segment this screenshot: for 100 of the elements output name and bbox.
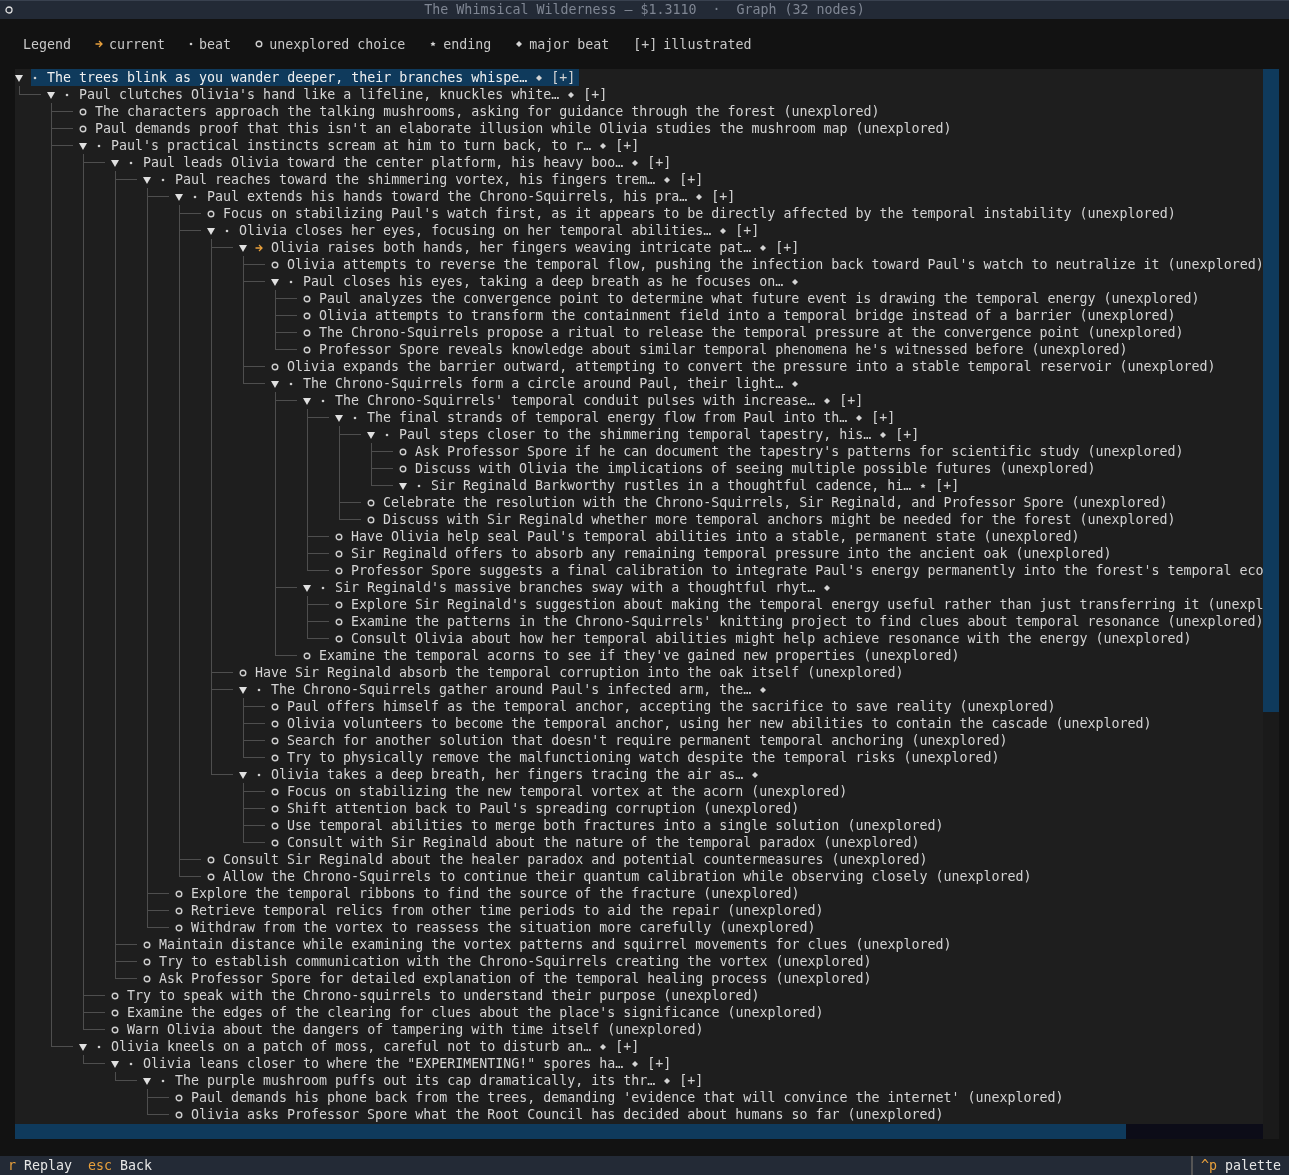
shortcut-label: palette: [1224, 1158, 1281, 1173]
tree-connector-line: [51, 120, 73, 137]
shortcut-key[interactable]: esc: [88, 1158, 113, 1173]
node-text: Olivia kneels on a patch of moss, careful not to disturb an…: [111, 1038, 592, 1055]
circle-icon: [399, 446, 407, 457]
circle-icon: [303, 327, 311, 338]
tree-node[interactable]: The purple mushroom puffs out its cap dramatically, its thr… [+]: [159, 1072, 708, 1089]
tree-node[interactable]: Olivia closes her eyes, focusing on her temporal abilities… [+]: [223, 222, 764, 239]
tree-connector-line: [307, 528, 329, 545]
expand-toggle-icon[interactable]: [15, 73, 23, 82]
tree-node[interactable]: Paul steps closer to the shimmering temporal tapestry, his… [+]: [383, 426, 924, 443]
tree-connector-line: [211, 664, 233, 681]
node-text: The Chrono-Squirrels' temporal conduit pulses with increase…: [335, 392, 816, 409]
circle-icon: [5, 6, 13, 14]
circle-icon: [239, 667, 247, 678]
node-text: Paul steps closer to the shimmering temporal tapestry, his…: [399, 426, 872, 443]
shortcut-key[interactable]: r: [8, 1158, 16, 1173]
illustrated-label: [+]: [775, 239, 800, 256]
expand-toggle-icon[interactable]: [175, 192, 183, 201]
circle-icon: [255, 39, 264, 49]
circle-icon: [271, 735, 279, 746]
illustrated-label: [+]: [615, 1038, 640, 1055]
illustrated-label: [+]: [935, 477, 960, 494]
expand-toggle-icon[interactable]: [303, 583, 311, 592]
expand-toggle-icon[interactable]: [79, 141, 87, 150]
circle-icon: [303, 344, 311, 355]
legend-label: illustrated: [663, 36, 752, 52]
node-text: Paul reaches toward the shimmering vortex, his fingers trem…: [175, 171, 656, 188]
legend-label: beat: [199, 36, 232, 52]
node-text: The purple mushroom puffs out its cap dramatically, its thr…: [175, 1072, 656, 1089]
circle-icon: [271, 361, 279, 372]
tree-node[interactable]: Sir Reginald Barkworthy rustles in a thoughtful cadence, hi… [+]: [415, 477, 964, 494]
node-text: The trees blink as you wander deeper, their branches whispe…: [47, 69, 528, 86]
legend-label: unexplored choice: [269, 36, 406, 52]
circle-icon: [335, 633, 343, 644]
expand-toggle-icon[interactable]: [239, 770, 247, 779]
expand-toggle-icon[interactable]: [271, 379, 279, 388]
tree-node[interactable]: Paul clutches Olivia's hand like a lifeline, knuckles white… [+]: [63, 86, 612, 103]
tree-connector-line: [51, 137, 73, 154]
tree-node[interactable]: Paul reaches toward the shimmering vortex, his fingers trem… [+]: [159, 171, 708, 188]
circle-icon: [143, 939, 151, 950]
expand-toggle-icon[interactable]: [111, 1059, 119, 1068]
expand-toggle-icon[interactable]: [303, 396, 311, 405]
circle-icon: [271, 701, 279, 712]
tree-node[interactable]: Paul's practical instincts scream at him to turn back, to r… [+]: [95, 137, 644, 154]
expand-toggle-icon[interactable]: [271, 277, 279, 286]
expand-toggle-icon[interactable]: [367, 430, 375, 439]
tree-node[interactable]: The trees blink as you wander deeper, their branches whispe… [+]: [31, 69, 580, 86]
tree-node[interactable]: Paul leads Olivia toward the center platform, his heavy boo… [+]: [127, 154, 676, 171]
illustrated-label: [+]: [679, 1072, 704, 1089]
expand-toggle-icon[interactable]: [47, 90, 55, 99]
vertical-scrollbar-thumb[interactable]: [1263, 69, 1279, 712]
tree-connector-line: [243, 715, 265, 732]
expand-toggle-icon[interactable]: [207, 226, 215, 235]
tree-node[interactable]: Olivia kneels on a patch of moss, careful not to disturb an… [+]: [95, 1038, 644, 1055]
expand-toggle-icon[interactable]: [143, 1076, 151, 1085]
expand-toggle-icon[interactable]: [399, 481, 407, 490]
legend-title: Legend: [23, 36, 72, 52]
tree-node[interactable]: The Chrono-Squirrels' temporal conduit pulses with increase… [+]: [319, 392, 868, 409]
illustrated-label: [+]: [839, 392, 864, 409]
expand-toggle-icon[interactable]: [79, 1042, 87, 1051]
expand-toggle-icon[interactable]: [111, 158, 119, 167]
tree-connector-line: [243, 800, 265, 817]
expand-toggle-icon[interactable]: [239, 685, 247, 694]
illustrated-label: [+]: [647, 154, 672, 171]
tree-connector-line: [115, 936, 137, 953]
star-icon: [429, 39, 438, 49]
circle-icon: [271, 259, 279, 270]
expand-toggle-icon[interactable]: [239, 243, 247, 252]
tree-node[interactable]: Olivia raises both hands, her fingers weaving intricate pat… [+]: [255, 239, 804, 256]
shortcut-label: Replay: [24, 1158, 73, 1173]
tree-connector-line: [179, 222, 201, 239]
node-text: Olivia leans closer to where the "EXPERIMENTING!" spores ha…: [143, 1055, 624, 1072]
tree-node[interactable]: Paul extends his hands toward the Chrono-Squirrels, his pra… [+]: [191, 188, 740, 205]
expand-toggle-icon[interactable]: [143, 175, 151, 184]
circle-icon: [175, 1092, 183, 1103]
illustrated-label: [+]: [711, 188, 736, 205]
circle-icon: [207, 871, 215, 882]
illustrated-label: [+]: [871, 409, 896, 426]
circle-icon: [367, 497, 375, 508]
tree-connector-line: [243, 273, 265, 290]
circle-icon: [271, 718, 279, 729]
circle-icon: [111, 990, 119, 1001]
node-text: Olivia raises both hands, her fingers weaving intricate pat…: [271, 239, 752, 256]
expand-toggle-icon[interactable]: [335, 413, 343, 422]
tree-node[interactable]: Olivia leans closer to where the "EXPERIMENTING!" spores ha… [+]: [127, 1055, 676, 1072]
node-text: Sir Reginald Barkworthy rustles in a thoughtful cadence, hi…: [431, 477, 912, 494]
tree-connector-line: [211, 766, 233, 775]
tree-node[interactable]: The final strands of temporal energy flow from Paul into th… [+]: [351, 409, 900, 426]
circle-icon: [271, 820, 279, 831]
tree-connector-line: [243, 698, 265, 715]
tree-connector-line: [275, 647, 297, 656]
circle-icon: [271, 752, 279, 763]
shortcut-key[interactable]: ^p: [1200, 1158, 1217, 1173]
shortcut-label: Back: [120, 1158, 153, 1173]
tree-connector-line: [275, 290, 297, 307]
tree-connector-line: [115, 1072, 137, 1081]
circle-icon: [79, 123, 87, 134]
horizontal-scrollbar-thumb[interactable]: [15, 1124, 1126, 1139]
circle-icon: [303, 310, 311, 321]
